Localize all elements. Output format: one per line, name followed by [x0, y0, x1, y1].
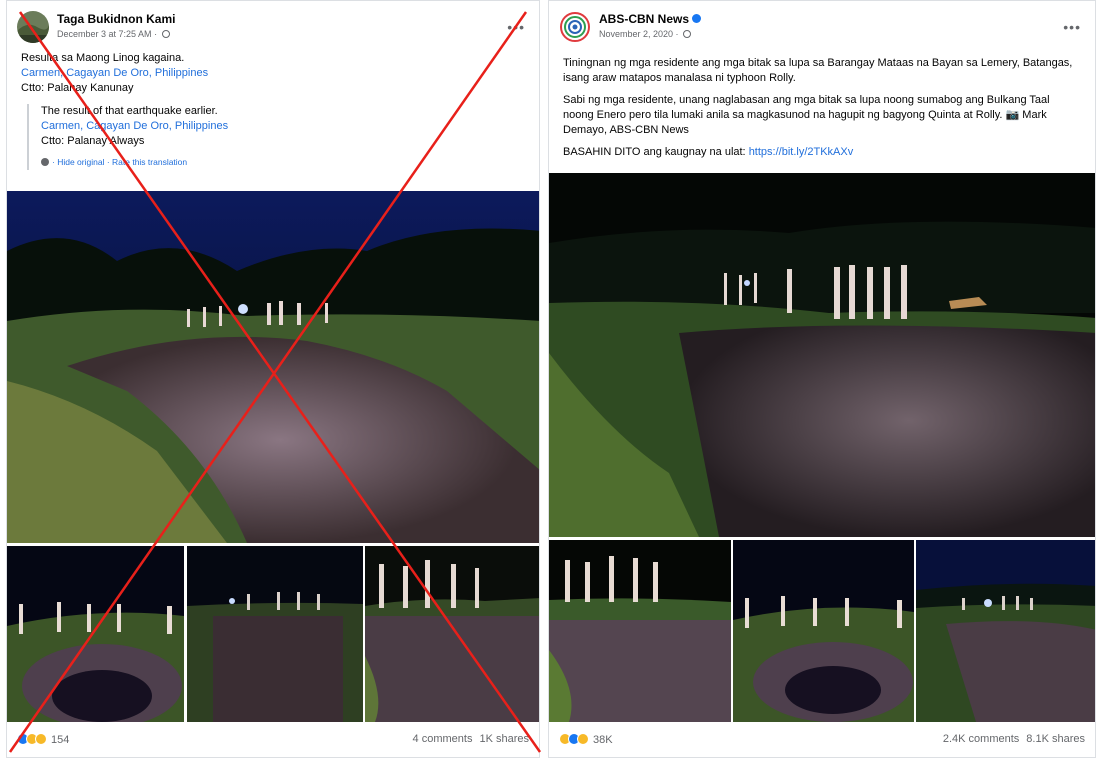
globe-icon [161, 30, 170, 38]
reactions-summary[interactable]: 154 [17, 733, 69, 746]
post-date[interactable]: December 3 at 7:25 AM [57, 29, 152, 39]
post-header: ABS-CBN News November 2, 2020 · ••• [559, 9, 1085, 45]
post-photo-main[interactable] [549, 173, 1095, 537]
more-options-icon[interactable]: ••• [507, 19, 525, 35]
reactions-summary[interactable]: 38K [559, 733, 613, 746]
more-options-icon[interactable]: ••• [1063, 19, 1081, 35]
wow-reaction-icon [35, 733, 47, 745]
comments-count[interactable]: 2.4K comments [943, 733, 1019, 745]
translated-location-link[interactable]: Carmen, Cagayan De Oro, Philippines [41, 119, 327, 134]
translation-block: The result of that earthquake earlier. C… [27, 104, 327, 170]
engagement-counts: 4 comments 1K shares [406, 733, 529, 745]
post-photo-thumb-3[interactable] [916, 540, 1095, 722]
translation-controls: · Hide original · Rate this translation [41, 155, 327, 170]
post-right-card: ABS-CBN News November 2, 2020 · ••• Tini… [548, 0, 1096, 758]
post-photo-thumb-2[interactable] [733, 540, 914, 722]
page-name-text[interactable]: ABS-CBN News [599, 12, 689, 26]
translated-text: The result of that earthquake earlier. [41, 105, 218, 117]
post-paragraph-2: Sabi ng mga residente, unang naglabasan … [563, 94, 1050, 136]
verified-badge-icon [692, 14, 702, 23]
post-timestamp[interactable]: November 2, 2020 · [599, 29, 692, 39]
page-name[interactable]: Taga Bukidnon Kami [57, 12, 175, 26]
post-photo-thumb-2[interactable] [187, 546, 363, 722]
post-photo-main[interactable] [7, 191, 539, 543]
post-text: Resulta sa Maong Linog kagaina. Carmen, … [21, 51, 521, 96]
original-text: Resulta sa Maong Linog kagaina. [21, 52, 185, 64]
gear-icon [41, 158, 49, 166]
avatar[interactable] [17, 11, 49, 43]
location-link[interactable]: Carmen, Cagayan De Oro, Philippines [21, 66, 521, 81]
post-footer: 154 4 comments 1K shares [7, 727, 539, 755]
reaction-count: 38K [593, 734, 613, 746]
globe-icon [683, 30, 692, 38]
post-timestamp[interactable]: December 3 at 7:25 AM · [57, 29, 170, 39]
comments-count[interactable]: 4 comments [413, 733, 473, 745]
shares-count[interactable]: 1K shares [479, 733, 529, 745]
translated-credit: Ctto: Palanay Always [41, 135, 145, 147]
post-paragraph-1: Tiningnan ng mga residente ang mga bitak… [563, 57, 1073, 84]
avatar[interactable] [559, 11, 591, 43]
post-date[interactable]: November 2, 2020 [599, 29, 673, 39]
credit-text: Ctto: Palanay Kanunay [21, 82, 134, 94]
read-here-text: BASAHIN DITO ang kaugnay na ulat: [563, 146, 749, 158]
post-photo-thumb-1[interactable] [549, 540, 731, 722]
reaction-count: 154 [51, 734, 70, 746]
engagement-counts: 2.4K comments 8.1K shares [936, 733, 1085, 745]
post-photo-thumb-3[interactable] [365, 546, 539, 722]
page-name: ABS-CBN News [599, 12, 702, 26]
shares-count[interactable]: 8.1K shares [1026, 733, 1085, 745]
post-paragraph-3: BASAHIN DITO ang kaugnay na ulat: https:… [563, 145, 1083, 160]
rate-translation-link[interactable]: Rate this translation [112, 157, 187, 167]
article-link[interactable]: https://bit.ly/2TKkAXv [749, 146, 854, 158]
post-header: Taga Bukidnon Kami December 3 at 7:25 AM… [17, 9, 529, 45]
wow-reaction-icon [577, 733, 589, 745]
hide-original-link[interactable]: Hide original [57, 157, 104, 167]
post-photo-thumb-1[interactable] [7, 546, 184, 722]
post-left-card: Taga Bukidnon Kami December 3 at 7:25 AM… [6, 0, 540, 758]
post-footer: 38K 2.4K comments 8.1K shares [549, 727, 1095, 755]
post-text: Tiningnan ng mga residente ang mga bitak… [563, 56, 1083, 160]
